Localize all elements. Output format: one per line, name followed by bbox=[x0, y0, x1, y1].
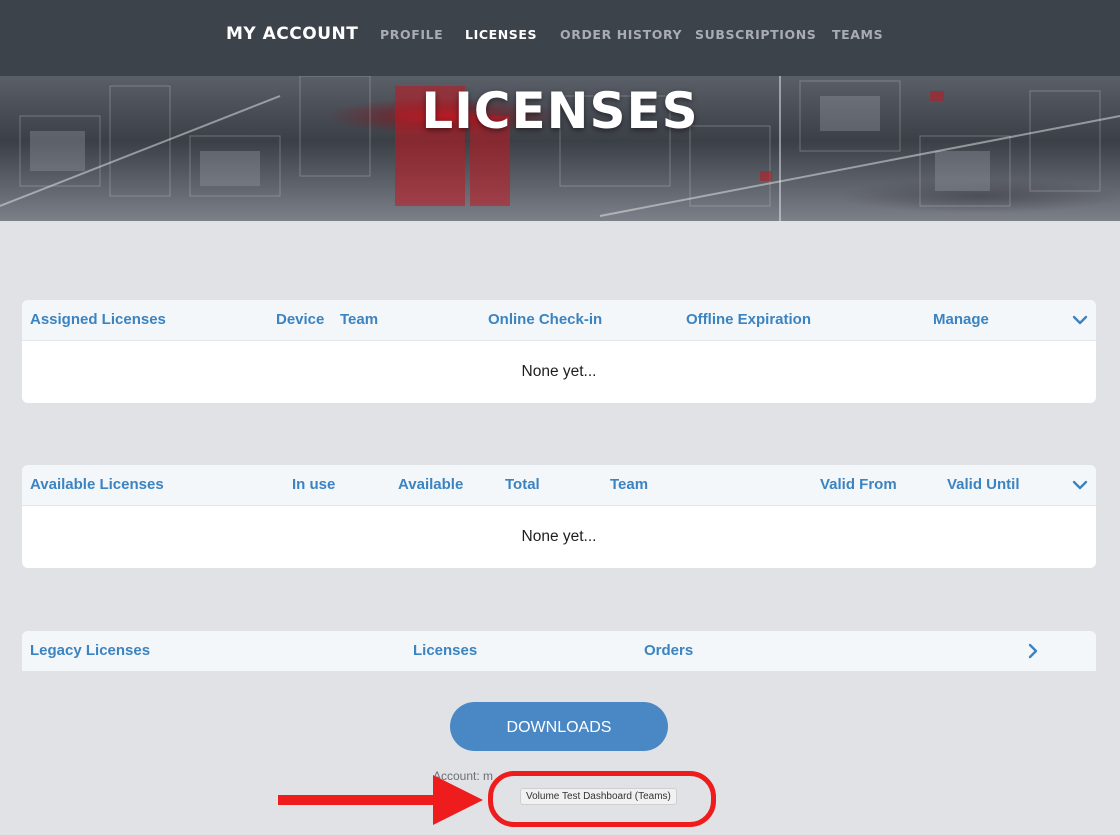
col-total[interactable]: Total bbox=[505, 476, 540, 493]
col-assigned-licenses[interactable]: Assigned Licenses bbox=[30, 311, 166, 328]
chevron-down-icon[interactable] bbox=[1070, 310, 1090, 330]
assigned-licenses-panel: Assigned Licenses Device Team Online Che… bbox=[22, 300, 1096, 403]
highlight-ring bbox=[488, 771, 716, 827]
legacy-licenses-panel[interactable]: Legacy Licenses Licenses Orders bbox=[22, 631, 1096, 671]
col-legacy-licenses[interactable]: Legacy Licenses bbox=[30, 642, 150, 659]
assigned-licenses-header: Assigned Licenses Device Team Online Che… bbox=[22, 300, 1096, 341]
page-title: LICENSES bbox=[421, 82, 699, 140]
col-offline-expiration[interactable]: Offline Expiration bbox=[686, 311, 811, 328]
col-available-licenses[interactable]: Available Licenses bbox=[30, 476, 164, 493]
available-licenses-empty: None yet... bbox=[521, 528, 597, 545]
hero-banner: LICENSES bbox=[0, 76, 1120, 221]
nav-teams[interactable]: TEAMS bbox=[832, 27, 883, 42]
legacy-licenses-header[interactable]: Legacy Licenses Licenses Orders bbox=[22, 631, 1096, 671]
col-team[interactable]: Team bbox=[340, 311, 378, 328]
nav-subscriptions[interactable]: SUBSCRIPTIONS bbox=[695, 27, 816, 42]
assigned-licenses-empty: None yet... bbox=[521, 363, 597, 380]
chevron-down-icon[interactable] bbox=[1070, 475, 1090, 495]
col-valid-until[interactable]: Valid Until bbox=[947, 476, 1020, 493]
available-licenses-panel: Available Licenses In use Available Tota… bbox=[22, 465, 1096, 568]
col-available[interactable]: Available bbox=[398, 476, 463, 493]
col-device[interactable]: Device bbox=[276, 311, 324, 328]
available-licenses-header: Available Licenses In use Available Tota… bbox=[22, 465, 1096, 506]
col-in-use[interactable]: In use bbox=[292, 476, 335, 493]
col-licenses[interactable]: Licenses bbox=[413, 642, 477, 659]
brand-title[interactable]: MY ACCOUNT bbox=[226, 24, 358, 44]
col-valid-from[interactable]: Valid From bbox=[820, 476, 897, 493]
downloads-button[interactable]: DOWNLOADS bbox=[450, 702, 668, 751]
nav-licenses[interactable]: LICENSES bbox=[465, 27, 537, 42]
red-arrow-annotation bbox=[278, 775, 483, 825]
chevron-right-icon[interactable] bbox=[1023, 641, 1043, 661]
nav-profile[interactable]: PROFILE bbox=[380, 27, 443, 42]
col-manage[interactable]: Manage bbox=[933, 311, 989, 328]
col-online-check-in[interactable]: Online Check-in bbox=[488, 311, 602, 328]
col-orders[interactable]: Orders bbox=[644, 642, 693, 659]
col-team[interactable]: Team bbox=[610, 476, 648, 493]
top-nav: MY ACCOUNT PROFILE LICENSES ORDER HISTOR… bbox=[0, 0, 1120, 76]
nav-order-history[interactable]: ORDER HISTORY bbox=[560, 27, 682, 42]
